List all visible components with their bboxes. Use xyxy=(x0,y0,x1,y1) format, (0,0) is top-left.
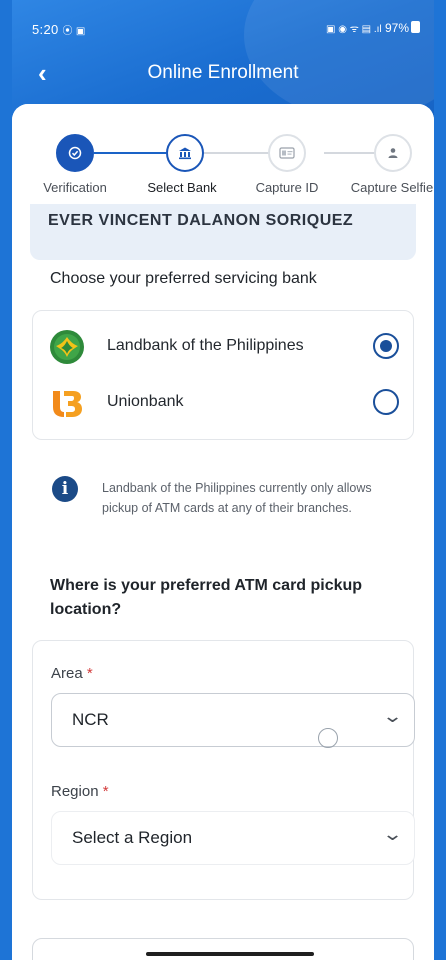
page-title: Online Enrollment xyxy=(147,62,299,83)
region-chevron-down-icon: ⌄ xyxy=(381,824,404,844)
region-select[interactable]: Select a Region ⌄ xyxy=(51,811,415,865)
step-label-capture-selfie: Capture Selfie xyxy=(350,180,434,195)
step-capture-selfie-person-icon xyxy=(374,134,412,172)
bank-option-unionbank[interactable]: Unionbank xyxy=(33,375,415,431)
info-text: Landbank of the Philippines currently on… xyxy=(102,481,372,515)
step-verification-check-icon xyxy=(56,134,94,172)
area-label: Area * xyxy=(51,665,93,682)
bank-name-unionbank: Unionbank xyxy=(107,393,184,410)
app-screen: 5:20 ⦿ ▣ ▣ ◉ ᯤ ▤ .ıl 97% ‹ Online Enroll… xyxy=(0,0,446,960)
area-select[interactable]: NCR ⌄ xyxy=(51,693,415,748)
pickup-location-form: Area * NCR ⌄ Region * Select a Region ⌄ xyxy=(32,640,415,900)
pickup-location-title: Where is your preferred ATM card pickup … xyxy=(50,577,363,618)
step-label-capture-id: Capture ID xyxy=(255,180,319,195)
step-label-verification: Verification xyxy=(43,180,107,195)
notification-icons: ⦿ ▣ xyxy=(62,26,86,37)
status-bar: 5:20 ⦿ ▣ ▣ ◉ ᯤ ▤ .ıl 97% xyxy=(12,0,434,56)
stepper-line-1 xyxy=(94,152,166,154)
battery-level: 97% xyxy=(384,21,409,35)
next-section-card xyxy=(32,938,414,960)
right-edge xyxy=(434,0,446,960)
home-indicator[interactable] xyxy=(146,952,314,956)
region-required-mark: * xyxy=(102,783,109,800)
region-label: Region * xyxy=(51,783,109,800)
unionbank-radio[interactable] xyxy=(373,389,399,415)
bank-option-landbank[interactable]: Landbank of the Philippines xyxy=(33,319,415,375)
battery-icon xyxy=(411,21,420,33)
region-placeholder: Select a Region xyxy=(72,828,193,847)
step-select-bank-icon xyxy=(166,134,204,172)
status-right: ▣ ◉ ᯤ ▤ .ıl 97% xyxy=(326,21,420,35)
area-selected-value: NCR xyxy=(72,710,109,729)
bank-options: Landbank of the Philippines Unionbank xyxy=(32,310,414,440)
account-name: EVER VINCENT DALANON SORIQUEZ xyxy=(48,212,354,229)
left-edge xyxy=(0,0,12,960)
landbank-radio[interactable] xyxy=(373,333,399,359)
region-label-text: Region xyxy=(51,783,99,800)
account-name-card: EVER VINCENT DALANON SORIQUEZ xyxy=(30,204,416,260)
info-icon: i xyxy=(52,476,78,502)
bank-name-landbank: Landbank of the Philippines xyxy=(107,337,304,354)
area-label-text: Area xyxy=(51,665,83,682)
content-sheet: Verification Select Bank Capture ID Capt… xyxy=(12,104,434,960)
area-chevron-down-icon: ⌄ xyxy=(381,706,404,726)
pickup-info-notice: i Landbank of the Philippines currently … xyxy=(32,458,414,552)
enrollment-stepper: Verification Select Bank Capture ID Capt… xyxy=(12,104,434,212)
status-time-text: 5:20 xyxy=(32,22,59,37)
step-label-select-bank: Select Bank xyxy=(147,180,217,195)
unionbank-logo-icon xyxy=(53,391,82,417)
status-time: 5:20 ⦿ ▣ xyxy=(32,22,86,37)
bank-section-title: Choose your preferred servicing bank xyxy=(50,270,317,287)
top-bar: ‹ Online Enrollment xyxy=(12,56,434,96)
area-required-mark: * xyxy=(86,665,93,682)
landbank-logo-icon xyxy=(50,330,84,364)
signal-icons: ▣ ◉ ᯤ ▤ .ıl xyxy=(325,24,382,35)
step-capture-id-icon xyxy=(268,134,306,172)
touch-indicator xyxy=(318,728,338,748)
